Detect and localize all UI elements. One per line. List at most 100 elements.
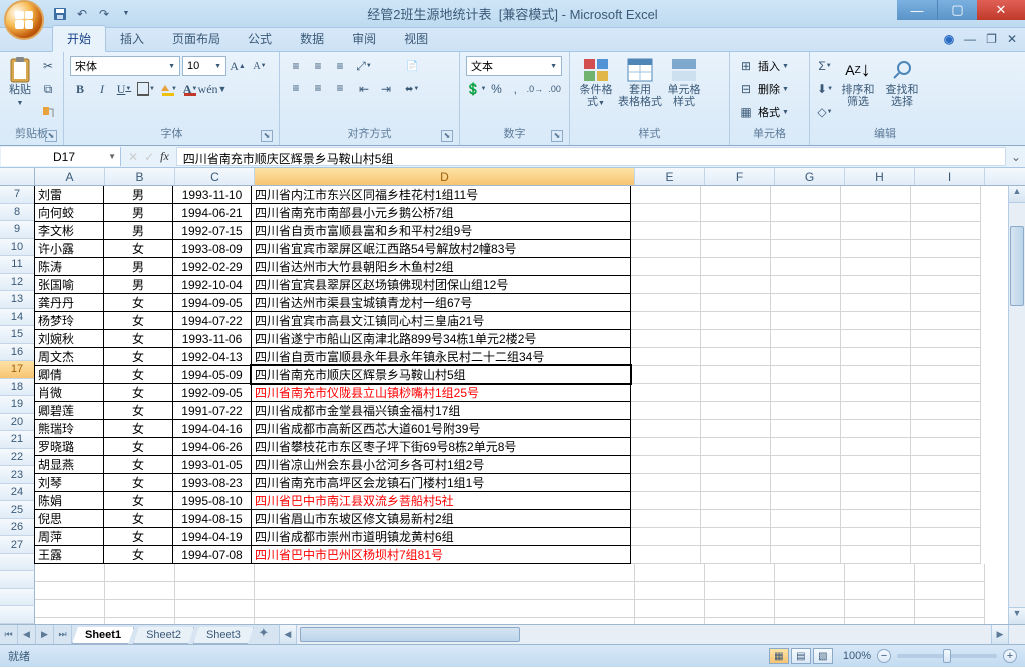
cell[interactable] bbox=[701, 276, 771, 294]
cell[interactable]: 四川省宜宾市高县文江镇同心村三皇庙21号 bbox=[251, 311, 631, 330]
cell[interactable]: 1993-01-05 bbox=[172, 455, 252, 474]
cell[interactable] bbox=[771, 492, 841, 510]
horizontal-scrollbar[interactable]: ◀ ▶ bbox=[279, 625, 1025, 644]
cell[interactable]: 男 bbox=[103, 186, 173, 204]
row-header[interactable] bbox=[0, 554, 35, 572]
cell[interactable] bbox=[771, 240, 841, 258]
cell[interactable]: 男 bbox=[103, 203, 173, 222]
row-header[interactable]: 24 bbox=[0, 484, 35, 502]
cell[interactable] bbox=[701, 366, 771, 384]
cell[interactable] bbox=[911, 528, 981, 546]
col-header-D[interactable]: D bbox=[255, 168, 635, 185]
fill-icon[interactable]: ⬇▼ bbox=[816, 79, 834, 99]
page-layout-view-button[interactable]: ▤ bbox=[791, 648, 811, 664]
cell[interactable] bbox=[845, 600, 915, 618]
cell[interactable] bbox=[631, 510, 701, 528]
cell[interactable]: 刘婉秋 bbox=[34, 329, 104, 348]
cell[interactable] bbox=[841, 204, 911, 222]
cell[interactable]: 1992-10-04 bbox=[172, 275, 252, 294]
cell[interactable] bbox=[911, 186, 981, 204]
cell[interactable] bbox=[701, 510, 771, 528]
cell[interactable]: 女 bbox=[103, 329, 173, 348]
cell[interactable] bbox=[911, 222, 981, 240]
row-header[interactable] bbox=[0, 606, 35, 624]
cell[interactable] bbox=[635, 564, 705, 582]
cell[interactable]: 杨梦玲 bbox=[34, 311, 104, 330]
col-header-F[interactable]: F bbox=[705, 168, 775, 185]
cell[interactable] bbox=[631, 348, 701, 366]
new-sheet-icon[interactable]: ✦ bbox=[253, 625, 275, 644]
cell[interactable] bbox=[255, 582, 635, 600]
cell[interactable] bbox=[175, 582, 255, 600]
expand-formula-icon[interactable]: ⌄ bbox=[1007, 146, 1025, 167]
find-select-button[interactable]: 查找和 选择 bbox=[882, 56, 922, 122]
cell[interactable] bbox=[701, 492, 771, 510]
cell[interactable] bbox=[911, 294, 981, 312]
cell[interactable] bbox=[911, 438, 981, 456]
cell[interactable] bbox=[631, 438, 701, 456]
cell[interactable]: 女 bbox=[103, 347, 173, 366]
cell[interactable]: 四川省遂宁市船山区南津北路899号34栋1单元2楼2号 bbox=[251, 329, 631, 348]
cell[interactable]: 女 bbox=[103, 473, 173, 492]
cell[interactable] bbox=[701, 204, 771, 222]
cell[interactable] bbox=[705, 582, 775, 600]
formula-bar[interactable]: 四川省南充市顺庆区辉景乡马鞍山村5组 bbox=[176, 147, 1006, 166]
cell[interactable] bbox=[771, 384, 841, 402]
format-painter-icon[interactable] bbox=[38, 102, 58, 122]
cell[interactable] bbox=[915, 564, 985, 582]
cell[interactable] bbox=[631, 402, 701, 420]
cell[interactable]: 1994-05-09 bbox=[172, 365, 252, 384]
vertical-scrollbar[interactable]: ▲ ▼ bbox=[1008, 186, 1025, 624]
comma-style-icon[interactable]: , bbox=[507, 79, 524, 99]
close-button[interactable]: ✕ bbox=[977, 0, 1025, 20]
row-header[interactable]: 27 bbox=[0, 536, 35, 554]
cell[interactable] bbox=[701, 312, 771, 330]
bold-button[interactable]: B bbox=[70, 79, 90, 99]
cell[interactable]: 1994-07-08 bbox=[172, 545, 252, 564]
align-right-icon[interactable]: ≡ bbox=[330, 78, 350, 98]
row-header[interactable]: 18 bbox=[0, 379, 35, 397]
cell[interactable] bbox=[701, 456, 771, 474]
cell[interactable]: 1995-08-10 bbox=[172, 491, 252, 510]
cell[interactable]: 熊瑞玲 bbox=[34, 419, 104, 438]
cell[interactable] bbox=[35, 582, 105, 600]
col-header-H[interactable]: H bbox=[845, 168, 915, 185]
currency-icon[interactable]: 💲▼ bbox=[466, 79, 486, 99]
cell[interactable] bbox=[255, 618, 635, 624]
zoom-level[interactable]: 100% bbox=[843, 650, 871, 662]
cell[interactable]: 男 bbox=[103, 275, 173, 294]
tab-开始[interactable]: 开始 bbox=[52, 25, 106, 52]
dialog-launcher-icon[interactable]: ⬊ bbox=[551, 130, 563, 142]
tab-审阅[interactable]: 审阅 bbox=[338, 26, 390, 51]
sheet-nav-prev-icon[interactable]: ◀ bbox=[18, 625, 36, 644]
cell[interactable]: 四川省眉山市东坡区修文镇易新村2组 bbox=[251, 509, 631, 528]
col-header-A[interactable]: A bbox=[35, 168, 105, 185]
cell[interactable]: 1994-07-22 bbox=[172, 311, 252, 330]
cell[interactable]: 四川省凉山州会东县小岔河乡各可村1组2号 bbox=[251, 455, 631, 474]
cell[interactable]: 四川省南充市南部县小元乡鹅公桥7组 bbox=[251, 203, 631, 222]
name-box[interactable]: D17▼ bbox=[1, 147, 121, 166]
cell[interactable] bbox=[631, 186, 701, 204]
cell[interactable] bbox=[175, 618, 255, 624]
row-header[interactable]: 26 bbox=[0, 519, 35, 537]
cell[interactable] bbox=[841, 240, 911, 258]
help-icon[interactable]: ◉ bbox=[944, 32, 954, 46]
qat-dropdown-icon[interactable]: ▼ bbox=[118, 6, 134, 22]
cell[interactable] bbox=[911, 420, 981, 438]
cell[interactable]: 1994-06-26 bbox=[172, 437, 252, 456]
cell[interactable]: 男 bbox=[103, 257, 173, 276]
cell[interactable] bbox=[841, 456, 911, 474]
cell[interactable] bbox=[841, 546, 911, 564]
cell[interactable] bbox=[915, 618, 985, 624]
col-header-E[interactable]: E bbox=[635, 168, 705, 185]
cancel-formula-icon[interactable]: ✕ bbox=[128, 150, 138, 164]
cell[interactable] bbox=[701, 402, 771, 420]
tab-插入[interactable]: 插入 bbox=[106, 26, 158, 51]
cell[interactable]: 刘雷 bbox=[34, 186, 104, 204]
doc-close-icon[interactable]: ✕ bbox=[1007, 32, 1017, 46]
decrease-indent-icon[interactable]: ⇤ bbox=[354, 79, 374, 99]
row-header[interactable]: 13 bbox=[0, 291, 35, 309]
cell[interactable] bbox=[775, 582, 845, 600]
cell[interactable]: 向何蛟 bbox=[34, 203, 104, 222]
row-header[interactable]: 11 bbox=[0, 256, 35, 274]
